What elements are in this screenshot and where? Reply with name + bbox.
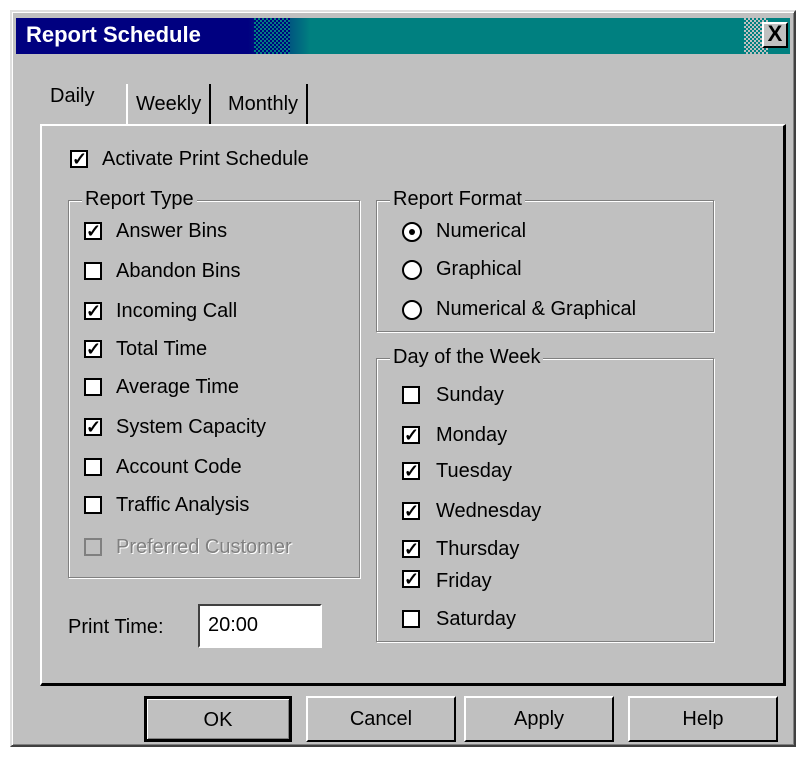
print-time-input[interactable]: 20:00 [198,604,322,648]
total-time-label: Total Time [116,338,208,360]
account-code-checkbox[interactable] [84,458,102,476]
close-button[interactable]: X [762,22,788,48]
tuesday-label: Tuesday [436,460,512,482]
title-bar[interactable]: Report Schedule X [16,18,790,54]
activate-schedule-label: Activate Print Schedule [102,148,309,170]
tuesday-checkbox[interactable]: ✓ [402,462,420,480]
close-icon: X [767,21,783,46]
account-code-label: Account Code [116,456,242,478]
wednesday-label: Wednesday [436,500,542,522]
incoming-call-label: Incoming Call [116,300,238,322]
system-capacity-checkbox[interactable]: ✓ [84,418,102,436]
apply-button[interactable]: Apply [464,696,614,742]
graphical-label: Graphical [436,258,522,280]
window-title: Report Schedule [26,22,201,47]
wednesday-checkbox[interactable]: ✓ [402,502,420,520]
thursday-checkbox[interactable]: ✓ [402,540,420,558]
tab-daily[interactable]: Daily [42,76,126,116]
numerical-graphical-label: Numerical & Graphical [436,298,637,320]
numerical-label: Numerical [436,220,527,242]
saturday-checkbox[interactable] [402,610,420,628]
tab-weekly[interactable]: Weekly [126,84,212,124]
friday-label: Friday [436,570,492,592]
monday-checkbox[interactable]: ✓ [402,426,420,444]
answer-bins-checkbox[interactable]: ✓ [84,222,102,240]
preferred-customer-checkbox [84,538,102,556]
day-of-week-legend: Day of the Week [390,346,544,368]
help-button[interactable]: Help [628,696,778,742]
preferred-customer-label: Preferred Customer [116,536,292,558]
report-schedule-dialog: Report Schedule X Daily Weekly Monthly ✓… [10,10,796,747]
answer-bins-label: Answer Bins [116,220,228,242]
saturday-label: Saturday [436,608,517,630]
incoming-call-checkbox[interactable]: ✓ [84,302,102,320]
average-time-label: Average Time [116,376,240,398]
system-capacity-label: System Capacity [116,416,267,438]
report-type-legend: Report Type [82,188,197,210]
ok-button[interactable]: OK [144,696,292,742]
average-time-checkbox[interactable] [84,378,102,396]
numerical-graphical-radio[interactable] [402,300,422,320]
cancel-button[interactable]: Cancel [306,696,456,742]
sunday-label: Sunday [436,384,504,406]
total-time-checkbox[interactable]: ✓ [84,340,102,358]
monday-label: Monday [436,424,508,446]
abandon-bins-label: Abandon Bins [116,260,241,282]
sunday-checkbox[interactable] [402,386,420,404]
thursday-label: Thursday [436,538,520,560]
abandon-bins-checkbox[interactable] [84,262,102,280]
print-time-label: Print Time: [68,616,164,638]
traffic-analysis-label: Traffic Analysis [116,494,250,516]
activate-schedule-checkbox[interactable]: ✓ [70,150,88,168]
numerical-radio[interactable] [402,222,422,242]
report-format-legend: Report Format [390,188,525,210]
traffic-analysis-checkbox[interactable] [84,496,102,514]
graphical-radio[interactable] [402,260,422,280]
friday-checkbox[interactable]: ✓ [402,570,420,588]
day-of-week-group [376,358,714,642]
tab-monthly[interactable]: Monthly [220,84,309,124]
